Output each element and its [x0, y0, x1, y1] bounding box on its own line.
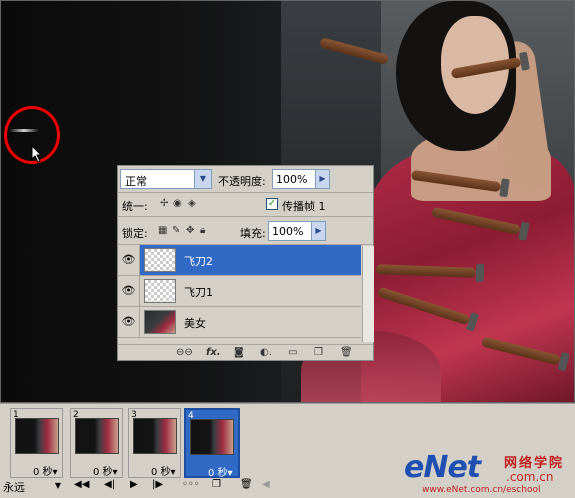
fill-label: 填充: [240, 227, 266, 240]
watermark-domain: .com.cn [506, 470, 554, 484]
unify-visibility-icon[interactable]: ◉ [173, 198, 182, 209]
layers-panel: 正常 ▼ 不透明度: 100% ▶ 统一: ✢ ◉ ◈ ✓ 传播帧 1 锁定: … [117, 165, 374, 361]
prev-frame-icon[interactable]: ◀| [104, 479, 115, 495]
play-icon[interactable]: ▶ [130, 479, 138, 495]
unify-position-icon[interactable]: ✢ [160, 198, 168, 209]
layer-row[interactable]: 👁︎ 飞刀2 [118, 245, 361, 276]
frame-delay[interactable]: 0 秒▾ [208, 464, 233, 479]
propagate-label: 传播帧 1 [282, 200, 326, 213]
duplicate-frame-icon[interactable]: ❐ [212, 479, 221, 495]
frame-delay-value: 0 秒 [151, 467, 171, 478]
tween-icon[interactable]: ◦◦◦ [182, 479, 200, 495]
loop-select[interactable]: 永远 ▼ [3, 479, 63, 495]
layer-name: 飞刀1 [184, 286, 213, 299]
fx-icon[interactable]: fx. [206, 347, 221, 358]
frame-thumbnail [75, 418, 119, 454]
loop-value: 永远 [3, 481, 25, 494]
first-frame-icon[interactable]: ◀◀ [74, 479, 89, 495]
opacity-label: 不透明度: [218, 175, 266, 188]
layer-name: 飞刀2 [184, 255, 213, 268]
chevron-down-icon[interactable]: ▼ [194, 170, 211, 188]
layer-name: 美女 [184, 317, 206, 330]
new-layer-icon[interactable]: ❐ [314, 347, 323, 358]
frame-thumbnail [133, 418, 177, 454]
layers-bottom-bar: ⊖⊖ fx. ◙ ◐. ▭ ❐ 🗑︎ [118, 344, 373, 361]
layer-thumbnail [144, 279, 176, 303]
arrow-right-icon[interactable]: ▶ [315, 170, 329, 188]
frame-delay[interactable]: 0 秒▾ [151, 463, 176, 478]
unify-style-icon[interactable]: ◈ [188, 198, 196, 209]
mouse-cursor-icon [31, 145, 43, 163]
watermark-url: www.eNet.com.cn/eschool [422, 485, 541, 495]
arrow-right-icon[interactable]: ▶ [311, 222, 325, 240]
adjustment-icon[interactable]: ◐. [260, 347, 272, 358]
folder-icon[interactable]: ▭ [288, 347, 297, 358]
frame-thumbnail [190, 419, 234, 455]
lock-transparency-icon[interactable]: ▦ [158, 225, 167, 236]
fill-field[interactable]: 100% ▶ [268, 221, 326, 241]
scroll-left-icon[interactable]: ◀ [262, 479, 270, 495]
animation-frame-selected[interactable]: 4 0 秒▾ [184, 408, 240, 479]
chevron-down-icon[interactable]: ▼ [55, 481, 61, 490]
watermark-cn-title: 网络学院 [504, 456, 565, 471]
frame-delay-value: 0 秒 [208, 468, 228, 479]
opacity-field[interactable]: 100% ▶ [272, 169, 330, 189]
frame-delay-value: 0 秒 [93, 467, 113, 478]
frame-thumbnail [15, 418, 59, 454]
enet-watermark: eNet 网络学院 .com.cn www.eNet.com.cn/eschoo… [400, 450, 575, 498]
blend-mode-value: 正常 [125, 175, 147, 188]
delete-frame-icon[interactable]: 🗑︎ [240, 479, 253, 495]
opacity-value: 100% [276, 173, 308, 186]
lock-move-icon[interactable]: ✥ [186, 225, 194, 236]
blend-row: 正常 ▼ 不透明度: 100% ▶ [120, 169, 372, 189]
layers-scrollbar[interactable] [362, 246, 374, 342]
enet-logo: eNet [404, 450, 481, 485]
divider [118, 216, 373, 217]
eye-icon[interactable]: 👁︎ [118, 276, 140, 306]
eye-icon[interactable]: 👁︎ [118, 245, 140, 275]
mask-icon[interactable]: ◙ [234, 347, 244, 358]
layer-row[interactable]: 👁︎ 美女 [118, 307, 361, 338]
layer-row[interactable]: 👁︎ 飞刀1 [118, 276, 361, 307]
layer-thumbnail [144, 248, 176, 272]
next-frame-icon[interactable]: |▶ [152, 479, 163, 495]
layer-thumbnail [144, 310, 176, 334]
lock-paint-icon[interactable]: ✎ [172, 225, 180, 236]
link-icon[interactable]: ⊖⊖ [176, 347, 193, 358]
animation-frame[interactable]: 2 0 秒▾ [70, 408, 123, 478]
eye-icon[interactable]: 👁︎ [118, 307, 140, 337]
blend-mode-select[interactable]: 正常 ▼ [120, 169, 212, 189]
frame-delay[interactable]: 0 秒▾ [33, 463, 58, 478]
lock-all-icon[interactable]: 🔒︎ [200, 225, 205, 236]
animation-frame[interactable]: 3 0 秒▾ [128, 408, 181, 478]
animation-frame[interactable]: 1 0 秒▾ [10, 408, 63, 478]
trash-icon[interactable]: 🗑︎ [340, 347, 353, 358]
unify-label: 统一: [122, 200, 148, 213]
lock-label: 锁定: [122, 227, 148, 240]
propagate-checkbox[interactable]: ✓ [266, 198, 278, 210]
fill-value: 100% [272, 225, 304, 238]
frame-delay[interactable]: 0 秒▾ [93, 463, 118, 478]
divider [118, 192, 373, 193]
frame-delay-value: 0 秒 [33, 467, 53, 478]
